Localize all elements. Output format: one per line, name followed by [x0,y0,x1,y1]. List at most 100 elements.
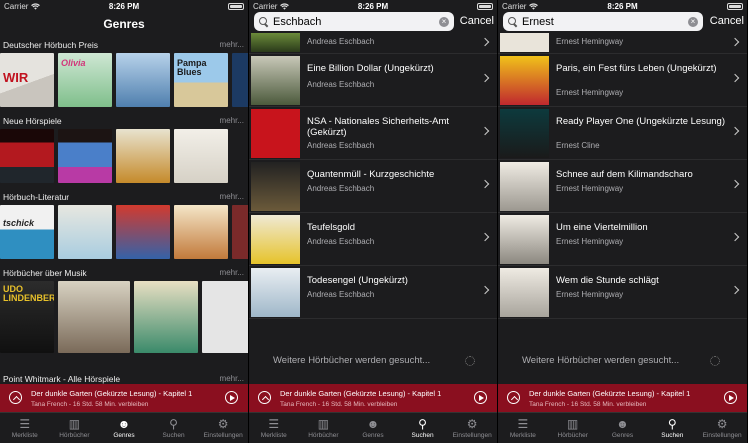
list-icon: ☰ [19,417,31,431]
expand-player-icon[interactable] [507,391,520,404]
audiobook-cover[interactable]: Olivia [58,53,112,107]
audiobook-cover[interactable] [0,129,54,183]
tab-suchen[interactable]: ⚲ Suchen [398,413,448,443]
results-list[interactable]: Ernest Hemingway Paris, ein Fest fürs Le… [498,33,747,319]
clear-icon[interactable]: × [688,16,698,27]
tab-einstellungen[interactable]: ⚙ Einstellungen [198,413,248,443]
tab-bar: ☰ Merkliste ▥ Hörbücher ☻ Genres ⚲ Suchen ⚙ E… [498,412,747,443]
tab-genres[interactable]: ☻ Genres [99,413,149,443]
cancel-button[interactable]: Cancel [460,15,494,27]
play-button[interactable] [724,391,737,404]
audiobook-cover[interactable]: UDO LINDENBERG [0,281,54,353]
list-item[interactable]: Quantenmüll - Kurzgeschichte Andreas Esc… [249,160,497,213]
more-link[interactable]: mehr... [220,268,244,278]
search-screen-eschbach: Carrier 8:26 PM × Cancel Andreas Eschbac… [249,0,498,443]
list-item[interactable]: Ready Player One (Ungekürzte Lesung) Ern… [498,107,747,160]
list-item[interactable]: Todesengel (Ungekürzt) Andreas Eschbach [249,266,497,319]
chevron-right-icon [480,126,490,136]
tab-hoerbuecher[interactable]: ▥ Hörbücher [50,413,100,443]
genre-section: Hörbücher über Musik mehr... UDO LINDENB… [0,266,248,353]
audiobook-cover[interactable] [116,205,170,259]
result-author: Ernest Hemingway [556,88,624,97]
more-link[interactable]: mehr... [220,40,244,50]
play-button[interactable] [225,391,238,404]
expand-player-icon[interactable] [258,391,271,404]
audiobook-cover[interactable]: Pampa Blues [174,53,228,107]
battery-icon [727,2,743,10]
audiobook-cover[interactable] [174,205,228,259]
list-item[interactable]: Eine Billion Dollar (Ungekürzt) Andreas … [249,54,497,107]
genre-list[interactable]: Deutscher Hörbuch Preis mehr... WIR Oliv… [0,38,248,443]
tab-suchen[interactable]: ⚲ Suchen [149,413,199,443]
play-button[interactable] [474,391,487,404]
audiobook-cover[interactable] [116,129,170,183]
genre-section-label: Deutscher Hörbuch Preis [3,40,98,50]
tab-einstellungen[interactable]: ⚙ Einstellungen [447,413,497,443]
list-item[interactable]: Paris, ein Fest fürs Leben (Ungekürzt) E… [498,54,747,107]
cover-row[interactable] [0,129,248,183]
genre-section: Neue Hörspiele mehr... [0,114,248,190]
audiobook-cover[interactable] [116,53,170,107]
list-item[interactable]: Teufelsgold Andreas Eschbach [249,213,497,266]
audiobook-cover[interactable] [174,129,228,183]
tab-merkliste[interactable]: ☰ Merkliste [498,413,548,443]
expand-player-icon[interactable] [9,391,22,404]
search-input[interactable] [273,15,439,28]
cover-row[interactable]: WIR Olivia Pampa Blues [0,53,248,107]
audiobook-cover[interactable] [58,205,112,259]
audiobook-cover[interactable] [58,129,112,183]
result-author: Andreas Eschbach [307,237,375,246]
tab-hoerbuecher[interactable]: ▥ Hörbücher [299,413,349,443]
tab-merkliste[interactable]: ☰ Merkliste [0,413,50,443]
cover-row[interactable]: UDO LINDENBERG [0,281,248,353]
now-playing-bar[interactable]: Der dunkle Garten (Gekürzte Lesung) - Ka… [498,384,747,412]
tab-hoerbuecher[interactable]: ▥ Hörbücher [548,413,598,443]
now-playing-bar[interactable]: Der dunkle Garten (Gekürzte Lesung) - Ka… [0,384,248,412]
more-link[interactable]: mehr... [220,192,244,202]
audiobook-cover[interactable]: tschick [0,205,54,259]
tab-einstellungen[interactable]: ⚙ Einstellungen [697,413,747,443]
gear-icon: ⚙ [466,417,478,431]
battery-icon [228,2,244,10]
more-link[interactable]: mehr... [220,116,244,126]
search-screen-ernest: Carrier 8:26 PM × Cancel Ernest Hemingwa… [498,0,747,443]
audiobook-cover[interactable] [232,205,248,259]
now-playing-bar[interactable]: Der dunkle Garten (Gekürzte Lesung) - Ka… [249,384,497,412]
genre-section-label: Hörbücher über Musik [3,268,87,278]
search-icon: ⚲ [418,417,427,431]
list-item[interactable]: Wem die Stunde schlägt Ernest Hemingway [498,266,747,319]
tab-genres[interactable]: ☻ Genres [598,413,648,443]
result-author: Andreas Eschbach [307,37,375,46]
audiobook-thumbnail [500,268,549,317]
result-author: Andreas Eschbach [307,290,375,299]
results-list[interactable]: Andreas Eschbach Eine Billion Dollar (Un… [249,33,497,319]
now-playing-subtitle: Tana French - 16 Std. 58 Min. verbleiben [280,401,398,408]
tab-merkliste[interactable]: ☰ Merkliste [249,413,299,443]
audiobook-cover[interactable] [58,281,130,353]
more-link[interactable]: mehr... [220,374,244,384]
list-item[interactable]: Andreas Eschbach [249,33,497,54]
list-item[interactable]: NSA - Nationales Sicherheits-Amt (Gekürz… [249,107,497,160]
list-item[interactable]: Um eine Viertelmillion Ernest Hemingway [498,213,747,266]
audiobook-cover[interactable] [232,53,248,107]
result-author: Ernest Hemingway [556,37,624,46]
list-item[interactable]: Schnee auf dem Kilimandscharo Ernest Hem… [498,160,747,213]
books-icon: ▥ [68,417,81,431]
tab-suchen[interactable]: ⚲ Suchen [647,413,697,443]
search-input[interactable] [522,15,688,28]
chevron-right-icon [730,126,740,136]
cancel-button[interactable]: Cancel [710,15,744,27]
chevron-right-icon [480,179,490,189]
audiobook-thumbnail [500,33,549,52]
list-item[interactable]: Ernest Hemingway [498,33,747,54]
tab-genres[interactable]: ☻ Genres [348,413,398,443]
audiobook-cover[interactable]: WIR [0,53,54,107]
now-playing-subtitle: Tana French - 16 Std. 58 Min. verbleiben [31,401,149,408]
audiobook-cover[interactable] [202,281,248,353]
audiobook-thumbnail [251,215,300,264]
cover-row[interactable]: tschick [0,205,248,259]
clear-icon[interactable]: × [439,16,449,27]
result-author: Ernest Hemingway [556,184,624,193]
masks-icon: ☻ [616,417,629,431]
audiobook-cover[interactable] [134,281,198,353]
